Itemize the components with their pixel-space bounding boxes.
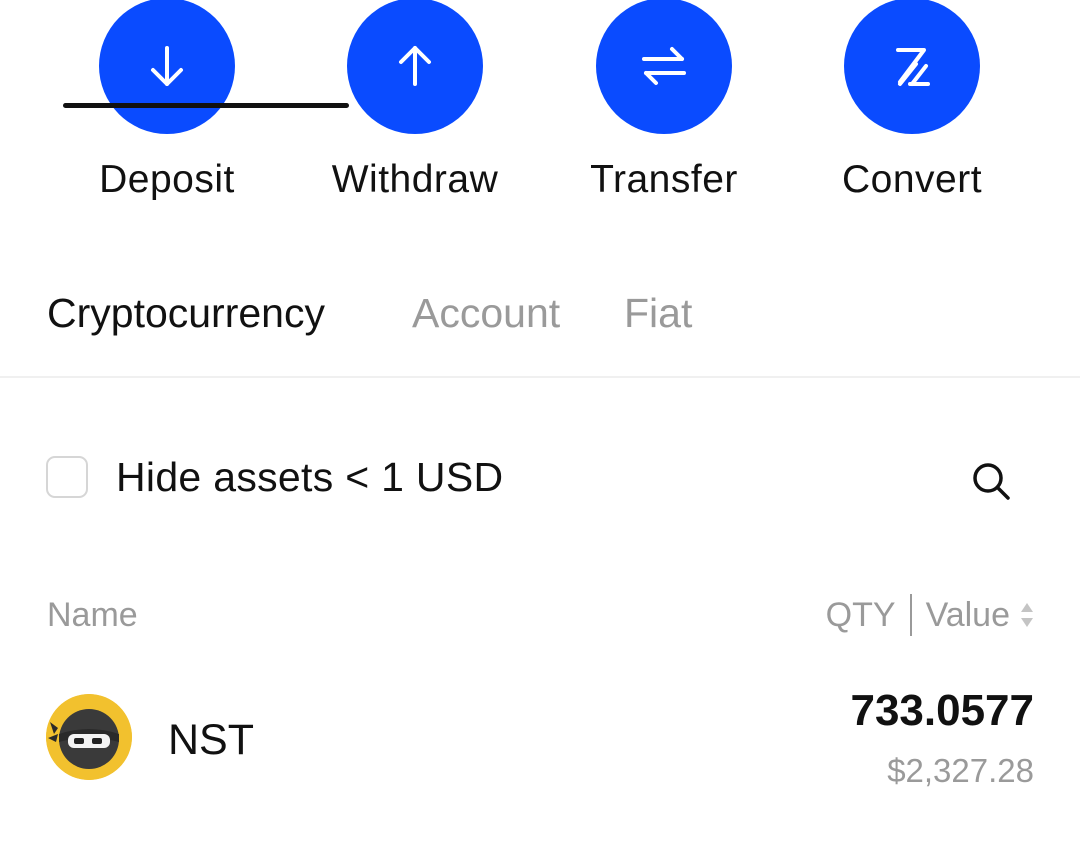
transfer-arrows-icon bbox=[596, 0, 732, 134]
search-button[interactable] bbox=[966, 456, 1016, 506]
asset-list-header: Name QTY Value bbox=[0, 590, 1080, 640]
tab-cryptocurrency[interactable]: Cryptocurrency bbox=[47, 290, 325, 337]
ninja-token-icon bbox=[46, 694, 132, 780]
filter-row: Hide assets < 1 USD bbox=[0, 440, 1080, 520]
assets-page: Deposit Withdraw Transfer Convert Crypto… bbox=[0, 0, 1080, 868]
convert-label: Convert bbox=[841, 158, 983, 201]
asset-symbol: NST bbox=[168, 716, 254, 764]
transfer-label: Transfer bbox=[590, 158, 738, 201]
asset-tabs: Cryptocurrency Account Fiat bbox=[0, 270, 1080, 380]
withdraw-label: Withdraw bbox=[331, 158, 499, 201]
column-separator bbox=[909, 594, 912, 636]
withdraw-button[interactable]: Withdraw bbox=[315, 0, 515, 220]
deposit-label: Deposit bbox=[99, 158, 235, 201]
tab-account[interactable]: Account bbox=[412, 290, 560, 337]
column-qty-value[interactable]: QTY Value bbox=[826, 594, 1034, 636]
transfer-button[interactable]: Transfer bbox=[564, 0, 764, 220]
tab-fiat[interactable]: Fiat bbox=[624, 290, 692, 337]
convert-button[interactable]: Convert bbox=[812, 0, 1012, 220]
deposit-button[interactable]: Deposit bbox=[67, 0, 267, 220]
asset-row[interactable]: NST 733.0577 $2,327.28 bbox=[0, 680, 1080, 800]
search-icon bbox=[973, 463, 1010, 500]
asset-value: $2,327.28 bbox=[887, 752, 1034, 789]
convert-icon bbox=[844, 0, 980, 134]
arrow-down-icon bbox=[99, 0, 235, 134]
asset-qty: 733.0577 bbox=[850, 686, 1034, 735]
action-bar: Deposit Withdraw Transfer Convert bbox=[0, 0, 1080, 220]
arrow-up-icon bbox=[347, 0, 483, 134]
hide-small-assets-label[interactable]: Hide assets < 1 USD bbox=[116, 454, 503, 501]
column-value: Value bbox=[925, 595, 1010, 634]
tabs-divider bbox=[0, 376, 1080, 378]
sort-icon[interactable] bbox=[1020, 599, 1034, 631]
column-name: Name bbox=[47, 596, 138, 634]
column-qty: QTY bbox=[825, 595, 896, 634]
hide-small-assets-checkbox[interactable] bbox=[46, 456, 88, 498]
active-tab-indicator bbox=[63, 103, 349, 108]
